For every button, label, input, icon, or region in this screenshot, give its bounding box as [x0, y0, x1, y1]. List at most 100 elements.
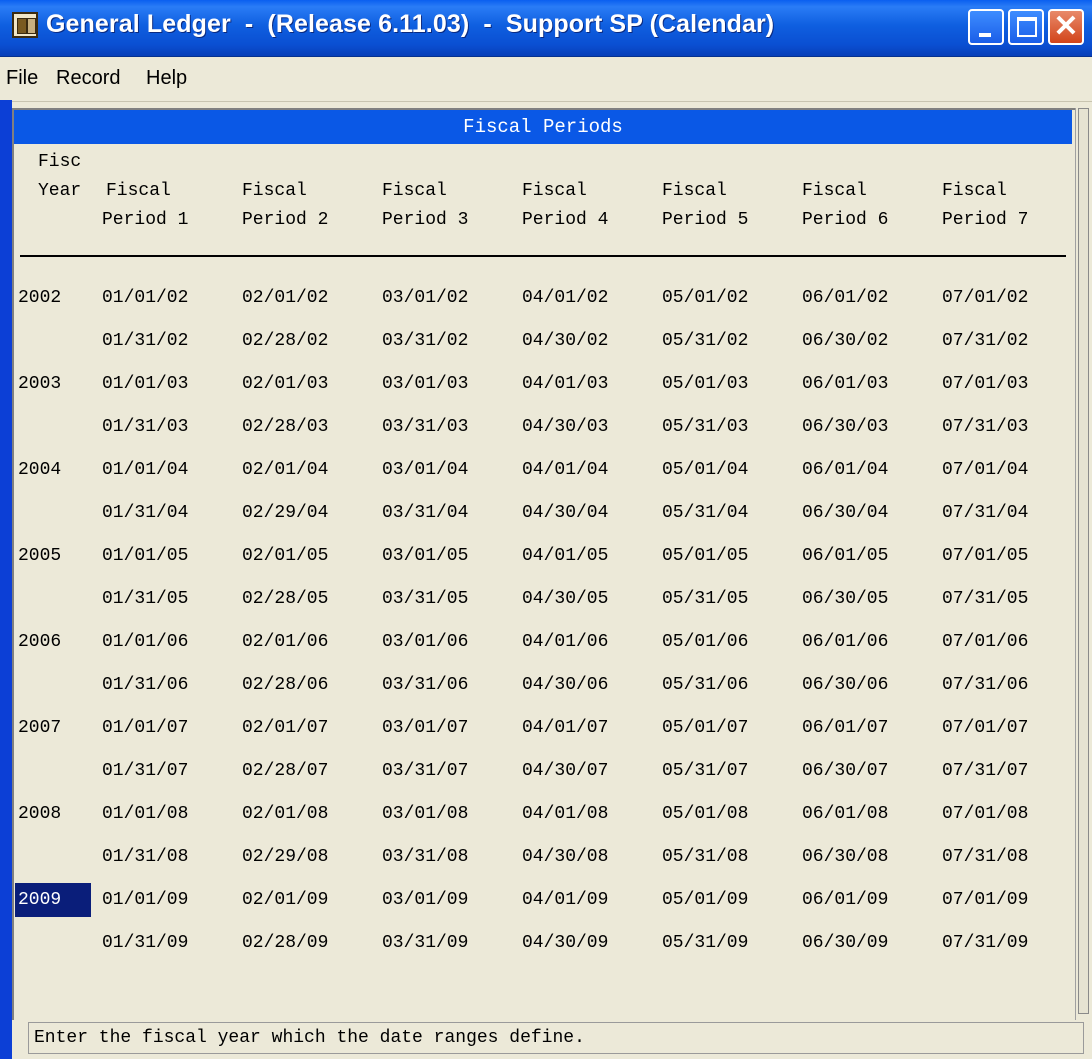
period-6-start-date[interactable]: 06/01/08: [802, 797, 888, 831]
period-1-end-date[interactable]: 01/31/07: [102, 754, 188, 788]
period-3-start-date[interactable]: 03/01/04: [382, 453, 468, 487]
ledger-app-icon[interactable]: [12, 12, 38, 38]
period-1-end-date[interactable]: 01/31/04: [102, 496, 188, 530]
period-6-start-date[interactable]: 06/01/04: [802, 453, 888, 487]
fiscal-year-field[interactable]: 2005: [15, 539, 91, 573]
period-3-start-date[interactable]: 03/01/02: [382, 281, 468, 315]
period-6-start-date[interactable]: 06/01/03: [802, 367, 888, 401]
menu-help[interactable]: Help: [146, 67, 187, 90]
period-1-end-date[interactable]: 01/31/02: [102, 324, 188, 358]
period-1-end-date[interactable]: 01/31/03: [102, 410, 188, 444]
period-7-end-date[interactable]: 07/31/08: [942, 840, 1028, 874]
period-1-start-date[interactable]: 01/01/08: [102, 797, 188, 831]
period-5-start-date[interactable]: 05/01/03: [662, 367, 748, 401]
menu-record[interactable]: Record: [56, 67, 120, 90]
maximize-button[interactable]: [1008, 9, 1044, 45]
period-6-end-date[interactable]: 06/30/09: [802, 926, 888, 960]
period-2-end-date[interactable]: 02/29/08: [242, 840, 328, 874]
period-2-end-date[interactable]: 02/28/03: [242, 410, 328, 444]
period-4-start-date[interactable]: 04/01/04: [522, 453, 608, 487]
period-7-end-date[interactable]: 07/31/03: [942, 410, 1028, 444]
period-5-end-date[interactable]: 05/31/08: [662, 840, 748, 874]
period-7-end-date[interactable]: 07/31/02: [942, 324, 1028, 358]
period-5-start-date[interactable]: 05/01/08: [662, 797, 748, 831]
period-3-end-date[interactable]: 03/31/02: [382, 324, 468, 358]
period-1-end-date[interactable]: 01/31/08: [102, 840, 188, 874]
period-3-end-date[interactable]: 03/31/03: [382, 410, 468, 444]
vertical-scrollbar[interactable]: [1075, 108, 1092, 1020]
period-7-end-date[interactable]: 07/31/04: [942, 496, 1028, 530]
period-3-end-date[interactable]: 03/31/09: [382, 926, 468, 960]
period-4-start-date[interactable]: 04/01/03: [522, 367, 608, 401]
menu-file[interactable]: File: [6, 67, 38, 90]
period-4-end-date[interactable]: 04/30/06: [522, 668, 608, 702]
period-3-end-date[interactable]: 03/31/07: [382, 754, 468, 788]
period-7-start-date[interactable]: 07/01/06: [942, 625, 1028, 659]
period-6-end-date[interactable]: 06/30/07: [802, 754, 888, 788]
period-4-start-date[interactable]: 04/01/06: [522, 625, 608, 659]
period-7-start-date[interactable]: 07/01/04: [942, 453, 1028, 487]
fiscal-year-field[interactable]: 2006: [15, 625, 91, 659]
period-4-start-date[interactable]: 04/01/07: [522, 711, 608, 745]
period-7-start-date[interactable]: 07/01/05: [942, 539, 1028, 573]
period-5-end-date[interactable]: 05/31/03: [662, 410, 748, 444]
period-2-start-date[interactable]: 02/01/03: [242, 367, 328, 401]
period-6-start-date[interactable]: 06/01/09: [802, 883, 888, 917]
period-6-start-date[interactable]: 06/01/06: [802, 625, 888, 659]
period-6-end-date[interactable]: 06/30/05: [802, 582, 888, 616]
period-2-start-date[interactable]: 02/01/08: [242, 797, 328, 831]
period-6-end-date[interactable]: 06/30/06: [802, 668, 888, 702]
period-4-start-date[interactable]: 04/01/05: [522, 539, 608, 573]
period-6-end-date[interactable]: 06/30/03: [802, 410, 888, 444]
period-6-start-date[interactable]: 06/01/07: [802, 711, 888, 745]
period-1-start-date[interactable]: 01/01/07: [102, 711, 188, 745]
period-5-start-date[interactable]: 05/01/02: [662, 281, 748, 315]
period-4-end-date[interactable]: 04/30/04: [522, 496, 608, 530]
period-7-start-date[interactable]: 07/01/09: [942, 883, 1028, 917]
period-1-end-date[interactable]: 01/31/06: [102, 668, 188, 702]
fiscal-year-field[interactable]: 2002: [15, 281, 91, 315]
period-4-end-date[interactable]: 04/30/08: [522, 840, 608, 874]
period-6-start-date[interactable]: 06/01/05: [802, 539, 888, 573]
period-2-start-date[interactable]: 02/01/04: [242, 453, 328, 487]
period-7-end-date[interactable]: 07/31/09: [942, 926, 1028, 960]
period-4-end-date[interactable]: 04/30/07: [522, 754, 608, 788]
fiscal-year-field[interactable]: 2009: [15, 883, 91, 917]
period-7-start-date[interactable]: 07/01/07: [942, 711, 1028, 745]
period-5-end-date[interactable]: 05/31/05: [662, 582, 748, 616]
period-4-start-date[interactable]: 04/01/02: [522, 281, 608, 315]
period-2-end-date[interactable]: 02/28/05: [242, 582, 328, 616]
period-3-start-date[interactable]: 03/01/03: [382, 367, 468, 401]
period-6-end-date[interactable]: 06/30/02: [802, 324, 888, 358]
period-6-start-date[interactable]: 06/01/02: [802, 281, 888, 315]
period-1-start-date[interactable]: 01/01/09: [102, 883, 188, 917]
period-5-end-date[interactable]: 05/31/09: [662, 926, 748, 960]
title-bar[interactable]: General Ledger - (Release 6.11.03) - Sup…: [0, 0, 1092, 57]
period-5-start-date[interactable]: 05/01/05: [662, 539, 748, 573]
period-1-start-date[interactable]: 01/01/02: [102, 281, 188, 315]
period-5-start-date[interactable]: 05/01/04: [662, 453, 748, 487]
period-5-start-date[interactable]: 05/01/07: [662, 711, 748, 745]
period-2-end-date[interactable]: 02/29/04: [242, 496, 328, 530]
period-7-end-date[interactable]: 07/31/07: [942, 754, 1028, 788]
period-3-start-date[interactable]: 03/01/09: [382, 883, 468, 917]
period-2-end-date[interactable]: 02/28/06: [242, 668, 328, 702]
period-4-start-date[interactable]: 04/01/08: [522, 797, 608, 831]
fiscal-year-field[interactable]: 2007: [15, 711, 91, 745]
period-6-end-date[interactable]: 06/30/08: [802, 840, 888, 874]
period-7-start-date[interactable]: 07/01/03: [942, 367, 1028, 401]
period-3-start-date[interactable]: 03/01/07: [382, 711, 468, 745]
period-4-end-date[interactable]: 04/30/02: [522, 324, 608, 358]
period-1-start-date[interactable]: 01/01/06: [102, 625, 188, 659]
period-2-end-date[interactable]: 02/28/02: [242, 324, 328, 358]
period-3-start-date[interactable]: 03/01/06: [382, 625, 468, 659]
fiscal-year-field[interactable]: 2008: [15, 797, 91, 831]
period-4-end-date[interactable]: 04/30/05: [522, 582, 608, 616]
period-3-end-date[interactable]: 03/31/05: [382, 582, 468, 616]
period-3-start-date[interactable]: 03/01/05: [382, 539, 468, 573]
period-1-start-date[interactable]: 01/01/03: [102, 367, 188, 401]
period-2-end-date[interactable]: 02/28/09: [242, 926, 328, 960]
period-2-start-date[interactable]: 02/01/05: [242, 539, 328, 573]
period-5-end-date[interactable]: 05/31/07: [662, 754, 748, 788]
period-5-start-date[interactable]: 05/01/09: [662, 883, 748, 917]
